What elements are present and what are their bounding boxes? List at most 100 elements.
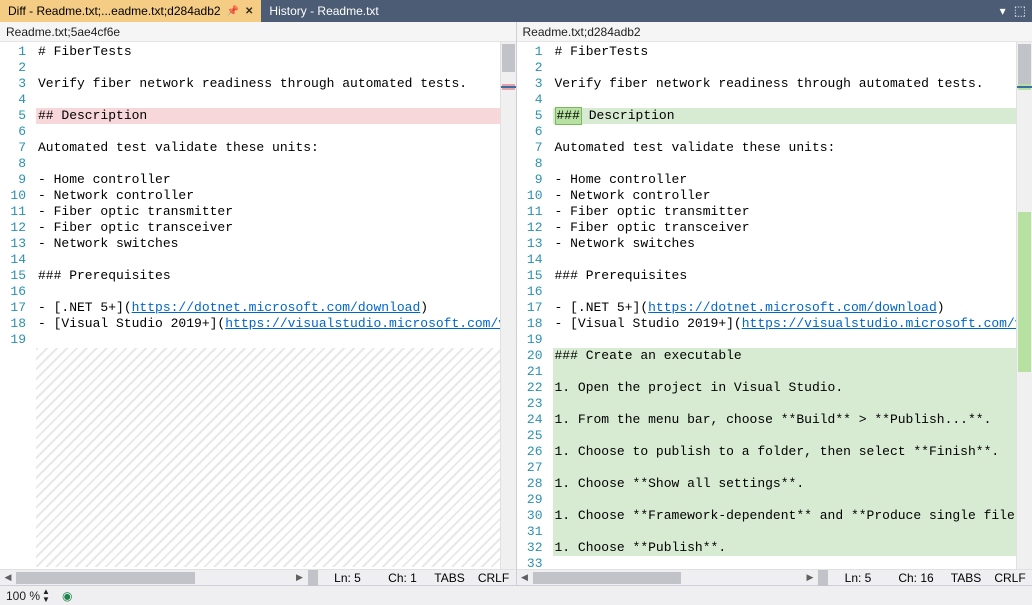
- left-code[interactable]: # FiberTests Verify fiber network readine…: [34, 42, 500, 569]
- code-line[interactable]: [553, 396, 1017, 412]
- right-vscroll[interactable]: [1016, 42, 1032, 569]
- zoom-updown-icon[interactable]: ▲▼: [42, 588, 50, 604]
- line-number: 30: [517, 508, 543, 524]
- code-line[interactable]: 1. Choose **Show all settings**.: [553, 476, 1017, 492]
- code-line[interactable]: [553, 428, 1017, 444]
- no-issues-icon[interactable]: ◉: [56, 589, 78, 603]
- code-line[interactable]: # FiberTests: [36, 44, 500, 60]
- code-line[interactable]: [553, 60, 1017, 76]
- code-line[interactable]: ### Description: [553, 108, 1017, 124]
- code-line[interactable]: 1. Open the project in Visual Studio.: [553, 380, 1017, 396]
- line-number: 33: [517, 556, 543, 569]
- code-line[interactable]: [36, 156, 500, 172]
- code-line[interactable]: # FiberTests: [553, 44, 1017, 60]
- scroll-left-icon[interactable]: ◀: [0, 570, 16, 586]
- code-line[interactable]: [553, 92, 1017, 108]
- scroll-thumb[interactable]: [502, 44, 515, 72]
- hyperlink[interactable]: https://visualstudio.microsoft.com/vs/: [225, 316, 499, 332]
- left-vscroll[interactable]: [500, 42, 516, 569]
- hyperlink[interactable]: https://dotnet.microsoft.com/download: [648, 300, 937, 316]
- line-number: 16: [517, 284, 543, 300]
- code-line[interactable]: [553, 156, 1017, 172]
- hyperlink[interactable]: https://dotnet.microsoft.com/download: [132, 300, 421, 316]
- code-line[interactable]: ## Description: [36, 108, 500, 124]
- left-hscroll[interactable]: ◀ ▶ Ln: 5 Ch: 1 TABS CRLF: [0, 569, 516, 585]
- status-crlf[interactable]: CRLF: [472, 571, 516, 585]
- splitter-handle[interactable]: [818, 570, 828, 586]
- zoom-control[interactable]: 100 % ▲▼: [0, 588, 56, 604]
- code-line[interactable]: [553, 252, 1017, 268]
- line-number: 19: [0, 332, 26, 348]
- status-tabs[interactable]: TABS: [428, 571, 472, 585]
- code-line[interactable]: 1. From the menu bar, choose **Build** >…: [553, 412, 1017, 428]
- code-line[interactable]: - Fiber optic transmitter: [553, 204, 1017, 220]
- scroll-thumb[interactable]: [533, 572, 681, 584]
- code-line[interactable]: [36, 284, 500, 300]
- code-line[interactable]: ### Prerequisites: [36, 268, 500, 284]
- line-number: 18: [0, 316, 26, 332]
- scroll-thumb[interactable]: [1018, 44, 1031, 84]
- code-line[interactable]: [553, 524, 1017, 540]
- hyperlink[interactable]: https://visualstudio.microsoft.com/vs/: [742, 316, 1016, 332]
- code-line[interactable]: [36, 332, 500, 348]
- code-line[interactable]: - Fiber optic transceiver: [36, 220, 500, 236]
- code-line[interactable]: Automated test validate these units:: [36, 140, 500, 156]
- maximize-icon[interactable]: ⬚: [1014, 3, 1026, 19]
- code-line[interactable]: [553, 124, 1017, 140]
- code-line[interactable]: [553, 460, 1017, 476]
- close-icon[interactable]: ✕: [245, 6, 253, 17]
- line-number: 25: [517, 428, 543, 444]
- code-line[interactable]: - Network controller: [553, 188, 1017, 204]
- code-line[interactable]: ### Prerequisites: [553, 268, 1017, 284]
- diff-mark-added: [1018, 212, 1031, 372]
- line-number: 13: [0, 236, 26, 252]
- line-number: 27: [517, 460, 543, 476]
- code-line[interactable]: Verify fiber network readiness through a…: [553, 76, 1017, 92]
- scroll-thumb[interactable]: [16, 572, 195, 584]
- code-line[interactable]: - Network switches: [36, 236, 500, 252]
- code-line[interactable]: - Network controller: [36, 188, 500, 204]
- code-line[interactable]: - Home controller: [553, 172, 1017, 188]
- scroll-left-icon[interactable]: ◀: [517, 570, 533, 586]
- code-line[interactable]: - Home controller: [36, 172, 500, 188]
- code-line[interactable]: [553, 556, 1017, 569]
- window-dropdown-icon[interactable]: ▾: [1000, 4, 1006, 18]
- code-line[interactable]: - Network switches: [553, 236, 1017, 252]
- line-number: 31: [517, 524, 543, 540]
- code-line[interactable]: ### Create an executable: [553, 348, 1017, 364]
- line-number: 7: [0, 140, 26, 156]
- right-editor[interactable]: 1234567891011121314151617181920212223242…: [517, 42, 1017, 569]
- code-line[interactable]: [36, 92, 500, 108]
- right-code[interactable]: # FiberTests Verify fiber network readine…: [551, 42, 1017, 569]
- code-line[interactable]: Verify fiber network readiness through a…: [36, 76, 500, 92]
- code-line[interactable]: - [.NET 5+](https://dotnet.microsoft.com…: [553, 300, 1017, 316]
- code-line[interactable]: - [Visual Studio 2019+](https://visualst…: [553, 316, 1017, 332]
- code-line[interactable]: [553, 284, 1017, 300]
- line-number: 5: [517, 108, 543, 124]
- scroll-right-icon[interactable]: ▶: [802, 570, 818, 586]
- code-line[interactable]: 1. Choose **Framework-dependent** and **…: [553, 508, 1017, 524]
- tab-diff[interactable]: Diff - Readme.txt;...eadme.txt;d284adb2 …: [0, 0, 261, 22]
- code-line[interactable]: - [Visual Studio 2019+](https://visualst…: [36, 316, 500, 332]
- code-line[interactable]: [36, 252, 500, 268]
- code-line[interactable]: - Fiber optic transceiver: [553, 220, 1017, 236]
- code-line[interactable]: [553, 492, 1017, 508]
- pin-icon[interactable]: 📌: [227, 6, 239, 17]
- scroll-right-icon[interactable]: ▶: [292, 570, 308, 586]
- code-line[interactable]: 1. Choose **Publish**.: [553, 540, 1017, 556]
- code-line[interactable]: [36, 124, 500, 140]
- code-line[interactable]: - Fiber optic transmitter: [36, 204, 500, 220]
- status-crlf[interactable]: CRLF: [988, 571, 1032, 585]
- code-line[interactable]: - [.NET 5+](https://dotnet.microsoft.com…: [36, 300, 500, 316]
- code-line[interactable]: 1. Choose to publish to a folder, then s…: [553, 444, 1017, 460]
- code-line[interactable]: Automated test validate these units:: [553, 140, 1017, 156]
- left-editor[interactable]: 12345678910111213141516171819 # FiberTes…: [0, 42, 500, 569]
- code-line[interactable]: [36, 60, 500, 76]
- splitter-handle[interactable]: [308, 570, 318, 586]
- line-number: 28: [517, 476, 543, 492]
- code-line[interactable]: [553, 364, 1017, 380]
- code-line[interactable]: [553, 332, 1017, 348]
- status-tabs[interactable]: TABS: [944, 571, 988, 585]
- right-hscroll[interactable]: ◀ ▶ Ln: 5 Ch: 16 TABS CRLF: [517, 569, 1032, 585]
- tab-history[interactable]: History - Readme.txt: [261, 0, 386, 22]
